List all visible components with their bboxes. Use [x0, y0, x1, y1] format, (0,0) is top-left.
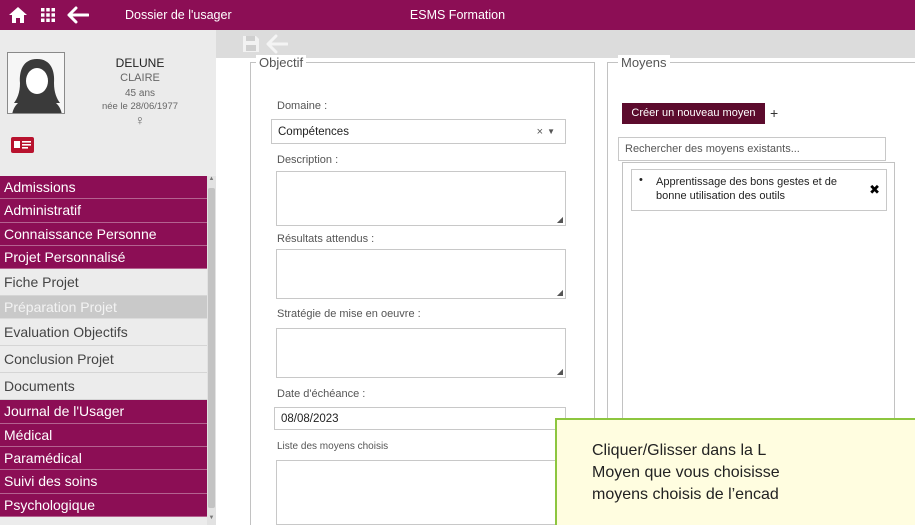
add-icon[interactable]: +	[770, 103, 778, 123]
main-toolbar	[216, 30, 915, 58]
avatar-icon	[12, 59, 62, 113]
scroll-thumb[interactable]	[208, 188, 215, 508]
back-arrow-icon[interactable]	[266, 34, 289, 54]
sidebar-item-evaluation-objectifs[interactable]: Evaluation Objectifs	[0, 319, 207, 347]
breadcrumb[interactable]: Dossier de l'usager	[125, 8, 232, 22]
create-moyen-button[interactable]: Créer un nouveau moyen	[622, 103, 765, 124]
sidebar-item-fiche-projet[interactable]: Fiche Projet	[0, 269, 207, 297]
back-arrow-icon[interactable]	[64, 3, 92, 27]
patient-birthdate: née le 28/06/1977	[101, 101, 179, 112]
resize-handle-icon[interactable]: ◢	[557, 288, 563, 297]
sidebar-item-connaissance-personne[interactable]: Connaissance Personne	[0, 222, 207, 246]
patient-first-name: CLAIRE	[120, 72, 160, 84]
sidebar-item-journal-de-l-usager[interactable]: Journal de l'Usager	[0, 400, 207, 424]
grid-icon[interactable]	[36, 3, 60, 27]
home-icon[interactable]	[6, 3, 30, 27]
strategie-textarea[interactable]: ◢	[276, 328, 566, 378]
sidebar-item-projet-personnalise[interactable]: Projet Personnalisé	[0, 245, 207, 270]
patient-age: 45 ans	[124, 88, 156, 99]
resultats-textarea[interactable]: ◢	[276, 249, 566, 299]
patient-last-name: DELUNE	[115, 56, 165, 70]
patient-card: DELUNE CLAIRE 45 ans née le 28/06/1977 ♀	[0, 30, 216, 175]
domaine-select[interactable]: Compétences × ▼	[271, 119, 566, 144]
top-bar: Dossier de l'usager ESMS Formation	[0, 0, 915, 30]
domaine-value: Compétences	[278, 126, 349, 138]
sidebar-menu: Admissions Administratif Connaissance Pers…	[0, 176, 207, 517]
close-icon[interactable]: ✖	[869, 182, 880, 198]
list-item[interactable]: • Apprentissage des bons gestes et de bo…	[631, 169, 887, 211]
sidebar-item-conclusion-projet[interactable]: Conclusion Projet	[0, 346, 207, 374]
liste-moyens-dropzone[interactable]	[276, 460, 566, 525]
clear-icon[interactable]: ×	[537, 120, 543, 144]
tooltip-line2: Moyen que vous choisisse	[592, 464, 780, 481]
sidebar: DELUNE CLAIRE 45 ans née le 28/06/1977 ♀…	[0, 30, 216, 525]
search-moyens-input[interactable]: Rechercher des moyens existants...	[618, 137, 886, 161]
female-icon: ♀	[134, 112, 146, 128]
moyens-legend: Moyens	[618, 55, 670, 70]
scroll-down-icon[interactable]: ▼	[207, 515, 216, 525]
resultats-label: Résultats attendus :	[277, 233, 375, 245]
id-card-icon[interactable]	[11, 137, 34, 153]
resize-handle-icon[interactable]: ◢	[557, 367, 563, 376]
sidebar-item-paramedical[interactable]: Paramédical	[0, 447, 207, 471]
chevron-down-icon[interactable]: ▼	[547, 120, 555, 144]
tooltip-line1: Cliquer/Glisser dans la L	[592, 442, 767, 459]
date-echeance-input[interactable]: 08/08/2023	[274, 407, 566, 430]
save-icon[interactable]	[242, 35, 260, 53]
strategie-label: Stratégie de mise en oeuvre :	[277, 308, 421, 320]
tooltip-line3: moyens choisis de l’encad	[592, 486, 779, 503]
domaine-label: Domaine :	[277, 100, 328, 112]
scroll-up-icon[interactable]: ▲	[207, 176, 216, 186]
avatar	[7, 52, 65, 114]
description-textarea[interactable]: ◢	[276, 171, 566, 226]
sidebar-item-suivi-des-soins[interactable]: Suivi des soins	[0, 470, 207, 494]
bullet: •	[639, 174, 643, 186]
help-tooltip: Cliquer/Glisser dans la L Moyen que vous…	[555, 418, 915, 525]
sidebar-item-psychologique[interactable]: Psychologique	[0, 493, 207, 517]
objectif-legend: Objectif	[256, 55, 307, 70]
sidebar-item-medical[interactable]: Médical	[0, 423, 207, 448]
moyen-label-line2: bonne utilisation des outils	[656, 190, 786, 202]
sidebar-item-preparation-projet: Préparation Projet	[0, 296, 207, 320]
date-label: Date d'échéance :	[277, 388, 366, 400]
description-label: Description :	[277, 154, 339, 166]
sidebar-scrollbar[interactable]: ▲ ▼	[207, 176, 216, 525]
moyen-label: Apprentissage des bons gestes et de bonn…	[656, 175, 852, 203]
sidebar-item-documents[interactable]: Documents	[0, 373, 207, 401]
liste-label: Liste des moyens choisis	[277, 441, 389, 452]
moyen-label-line1: Apprentissage des bons gestes et de	[656, 176, 838, 188]
sidebar-item-admissions[interactable]: Admissions	[0, 176, 207, 200]
sidebar-item-administratif[interactable]: Administratif	[0, 199, 207, 223]
resize-handle-icon[interactable]: ◢	[557, 215, 563, 224]
